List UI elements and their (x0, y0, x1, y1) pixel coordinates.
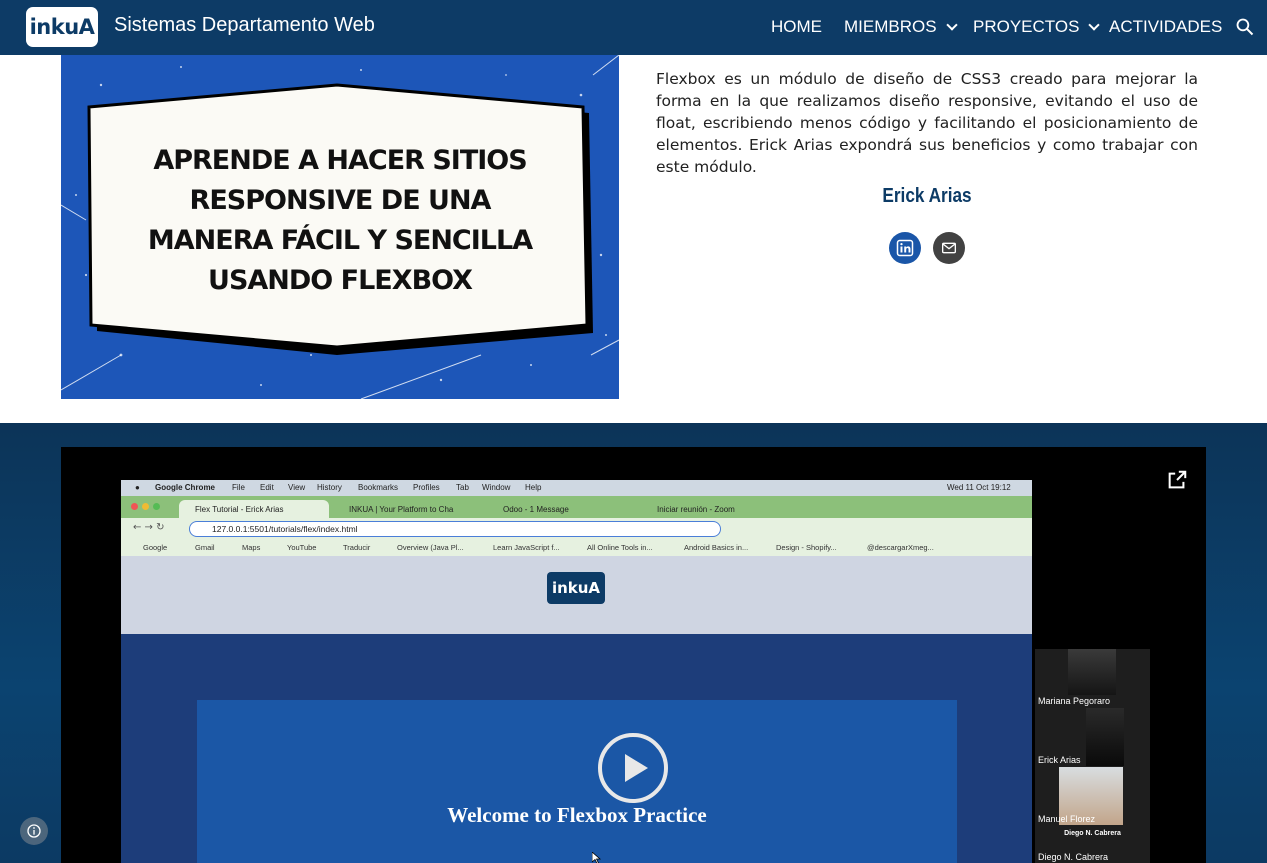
zoom-participants-panel: Mariana Pegoraro Erick Arias Manuel Flor… (1035, 649, 1150, 863)
bookmark: Maps (242, 543, 261, 552)
nav-item-actividades[interactable]: ACTIVIDADES (1109, 17, 1222, 37)
top-navigation-bar: inkuA Sistemas Departamento Web HOME MIE… (0, 0, 1267, 55)
recorded-page-header: inkuA (121, 556, 1032, 634)
participant-name: Diego N. Cabrera (1038, 852, 1109, 862)
menu-item: File (232, 483, 245, 492)
bookmarks-bar: Google Gmail Maps YouTube Traducir Overv… (121, 540, 1032, 556)
minimize-dot-icon (142, 503, 149, 510)
bookmark: Design - Shopify... (776, 543, 837, 552)
tab-label: Odoo - 1 Message (503, 505, 569, 514)
nav-label: ACTIVIDADES (1109, 17, 1223, 36)
recorded-page-body: Welcome to Flexbox Practice (121, 634, 1032, 863)
nav-label: PROYECTOS (973, 17, 1080, 36)
menu-item: History (317, 483, 342, 492)
play-icon (598, 733, 668, 803)
hero-image: APRENDE A HACER SITIOS RESPONSIVE DE UNA… (61, 55, 619, 399)
bookmark: YouTube (287, 543, 317, 552)
mac-menu-bar: ● Google Chrome File Edit View History B… (121, 480, 1032, 496)
browser-address-row: ← → ↻ 127.0.0.1:5501/tutorials/flex/inde… (121, 518, 1032, 540)
mouse-cursor-icon (592, 852, 602, 863)
participant-tile: Erick Arias (1035, 708, 1150, 766)
info-icon[interactable] (20, 817, 48, 845)
info-glyph (27, 824, 41, 838)
participant-tile: Diego N. Cabrera Diego N. Cabrera (1035, 827, 1150, 863)
participant-video (1068, 649, 1116, 695)
hero-headline: APRENDE A HACER SITIOS RESPONSIVE DE UNA… (61, 141, 619, 301)
tab-label: Iniciar reunión - Zoom (657, 505, 735, 514)
nav-label: HOME (771, 17, 822, 36)
back-forward-icon: ← → ↻ (133, 522, 165, 533)
tab-label: INKUA | Your Platform to Cha (349, 505, 454, 514)
menu-item: Edit (260, 483, 274, 492)
browser-tab: Odoo - 1 Message (487, 500, 637, 518)
chevron-down-icon (1088, 19, 1101, 31)
menu-item: Google Chrome (155, 483, 216, 492)
email-icon[interactable] (933, 232, 965, 264)
bookmark: Android Basics in... (684, 543, 749, 552)
recorded-page-logo: inkuA (547, 572, 605, 604)
close-dot-icon (131, 503, 138, 510)
browser-tab: Flex Tutorial - Erick Arias (179, 500, 329, 518)
nav-item-miembros[interactable]: MIEMBROS (844, 17, 958, 37)
browser-url: 127.0.0.1:5501/tutorials/flex/index.html (189, 521, 721, 537)
browser-tab: Iniciar reunión - Zoom (641, 500, 791, 518)
hero-line: RESPONSIVE DE UNA (189, 185, 492, 216)
nav-item-proyectos[interactable]: PROYECTOS (973, 17, 1101, 37)
maximize-dot-icon (153, 503, 160, 510)
menu-item: Tab (456, 483, 469, 492)
apple-icon: ● (135, 483, 140, 492)
hero-line: USANDO FLEXBOX (208, 265, 473, 296)
video-section: ● Google Chrome File Edit View History B… (0, 423, 1267, 863)
nav-label: MIEMBROS (844, 17, 937, 36)
envelope-glyph (942, 242, 956, 254)
bookmark: Google (143, 543, 168, 552)
participant-name: Erick Arias (1038, 755, 1081, 765)
inner-video-player: Welcome to Flexbox Practice (197, 700, 957, 863)
menu-item: Bookmarks (358, 483, 399, 492)
participant-name: Manuel Florez (1038, 814, 1096, 824)
participant-caption: Diego N. Cabrera (1064, 830, 1121, 837)
embedded-video[interactable]: ● Google Chrome File Edit View History B… (61, 447, 1206, 863)
site-title[interactable]: Sistemas Departamento Web (114, 14, 375, 37)
welcome-heading: Welcome to Flexbox Practice (447, 803, 707, 827)
chevron-down-icon (945, 19, 958, 31)
browser-tab: INKUA | Your Platform to Cha (333, 500, 483, 518)
bookmark: All Online Tools in... (587, 543, 653, 552)
menu-item: Window (482, 483, 511, 492)
menu-item: Help (525, 483, 542, 492)
bookmark: Traducir (343, 543, 371, 552)
menu-item: View (288, 483, 306, 492)
bookmark: Gmail (195, 543, 215, 552)
participant-tile: Mariana Pegoraro (1035, 649, 1150, 707)
hero-line: MANERA FÁCIL Y SENCILLA (147, 225, 533, 256)
search-icon[interactable] (1235, 17, 1255, 37)
tab-label: Flex Tutorial - Erick Arias (195, 505, 284, 514)
nav-item-home[interactable]: HOME (771, 17, 822, 37)
bookmark: @descargarXmeg... (867, 543, 934, 552)
linkedin-glyph (896, 239, 914, 257)
speaker-name: Erick Arias (882, 185, 972, 207)
bookmark: Learn JavaScript f... (493, 543, 560, 552)
participant-name: Mariana Pegoraro (1038, 696, 1111, 706)
hero-line: APRENDE A HACER SITIOS (153, 145, 527, 176)
site-logo[interactable]: inkuA (26, 7, 98, 47)
linkedin-icon[interactable] (889, 232, 921, 264)
activity-description: Flexbox es un módulo de diseño de CSS3 c… (656, 70, 1198, 176)
mac-clock: Wed 11 Oct 19:12 (947, 483, 1011, 492)
participant-video (1086, 708, 1124, 766)
menu-item: Profiles (413, 483, 440, 492)
bookmark: Overview (Java Pl... (397, 543, 464, 552)
open-in-new-icon[interactable] (1166, 469, 1188, 491)
participant-tile: Manuel Florez (1035, 767, 1150, 825)
browser-tab-strip: Flex Tutorial - Erick Arias INKUA | Your… (121, 496, 1032, 518)
